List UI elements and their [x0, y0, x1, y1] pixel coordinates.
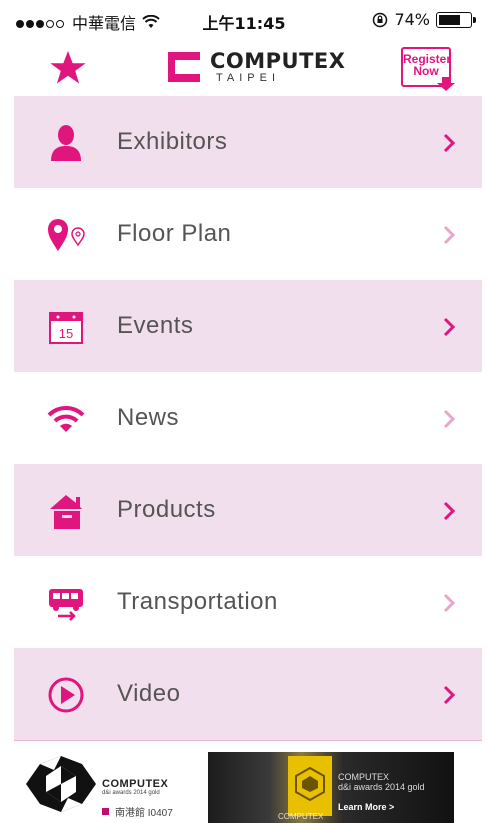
battery-percent: 74%: [394, 10, 430, 29]
sponsor-logo-icon: [26, 756, 96, 812]
rotation-lock-icon: [373, 12, 388, 27]
booth-square-icon: [102, 808, 109, 815]
main-menu: Exhibitors Floor Plan 15 Events News Pro…: [14, 96, 482, 740]
chevron-right-icon: [443, 501, 456, 521]
sponsor-name: COMPUTEX: [102, 778, 169, 790]
chevron-right-icon: [443, 225, 456, 245]
banner-line2: d&i awards 2014 gold: [338, 782, 425, 792]
footer-ads: COMPUTEX d&i awards 2014 gold 南港館 I0407 …: [0, 748, 488, 823]
menu-label-exhibitors: Exhibitors: [117, 128, 228, 155]
calendar-icon: 15: [49, 312, 83, 344]
logo-sub-text: TAIPEI: [216, 72, 281, 84]
chevron-right-icon: [443, 317, 456, 337]
calendar-day: 15: [59, 326, 73, 341]
chevron-right-icon: [443, 685, 456, 705]
menu-item-news[interactable]: News: [14, 372, 482, 464]
down-arrow-icon: [437, 77, 455, 91]
register-now-button[interactable]: Register Now: [401, 47, 455, 91]
map-pin-icon: [48, 219, 85, 251]
computex-logo: COMPUTEX TAIPEI: [168, 50, 345, 84]
footer-divider: [14, 740, 482, 741]
menu-item-products[interactable]: Products: [14, 464, 482, 556]
chevron-right-icon: [443, 133, 456, 153]
menu-label-products: Products: [117, 496, 216, 523]
play-icon: [48, 677, 84, 713]
sponsor-booth: 南港館 I0407: [102, 804, 173, 819]
menu-item-floor-plan[interactable]: Floor Plan: [14, 188, 482, 280]
menu-item-transportation[interactable]: Transportation: [14, 556, 482, 648]
sponsor-booth-text: 南港館 I0407: [115, 808, 173, 819]
menu-label-floor-plan: Floor Plan: [117, 220, 232, 247]
wifi-icon: [47, 405, 85, 432]
banner-learn-more-link[interactable]: Learn More >: [338, 802, 425, 812]
box-icon: [50, 495, 82, 529]
favorites-star-icon[interactable]: [48, 48, 88, 88]
menu-item-exhibitors[interactable]: Exhibitors: [14, 96, 482, 188]
award-banner-ad[interactable]: COMPUTEX d&i awards 2014 gold Learn More…: [208, 752, 454, 823]
menu-label-transportation: Transportation: [117, 588, 278, 615]
sponsor-ad[interactable]: COMPUTEX d&i awards 2014 gold 南港館 I0407: [24, 754, 194, 820]
person-icon: [51, 125, 81, 161]
chevron-right-icon: [443, 593, 456, 613]
bus-icon: [49, 589, 83, 621]
app-header: COMPUTEX TAIPEI Register Now: [0, 40, 488, 96]
chevron-right-icon: [443, 409, 456, 429]
logo-main-text: COMPUTEX: [210, 49, 346, 73]
register-label-line2: Now: [413, 64, 439, 78]
menu-label-news: News: [117, 404, 180, 431]
banner-logo-icon: [295, 766, 325, 802]
computex-logo-mark-icon: [168, 52, 200, 82]
menu-label-video: Video: [117, 680, 181, 707]
banner-line1: COMPUTEX: [338, 772, 390, 782]
menu-item-video[interactable]: Video: [14, 648, 482, 740]
menu-label-events: Events: [117, 312, 194, 339]
menu-item-events[interactable]: 15 Events: [14, 280, 482, 372]
battery-icon: [436, 11, 476, 28]
status-right: 74%: [372, 10, 476, 29]
status-bar: 中華電信 上午11:45 74%: [0, 0, 488, 40]
banner-watermark: COMPUTEX: [278, 812, 324, 821]
sponsor-award: d&i awards 2014 gold: [102, 790, 160, 796]
